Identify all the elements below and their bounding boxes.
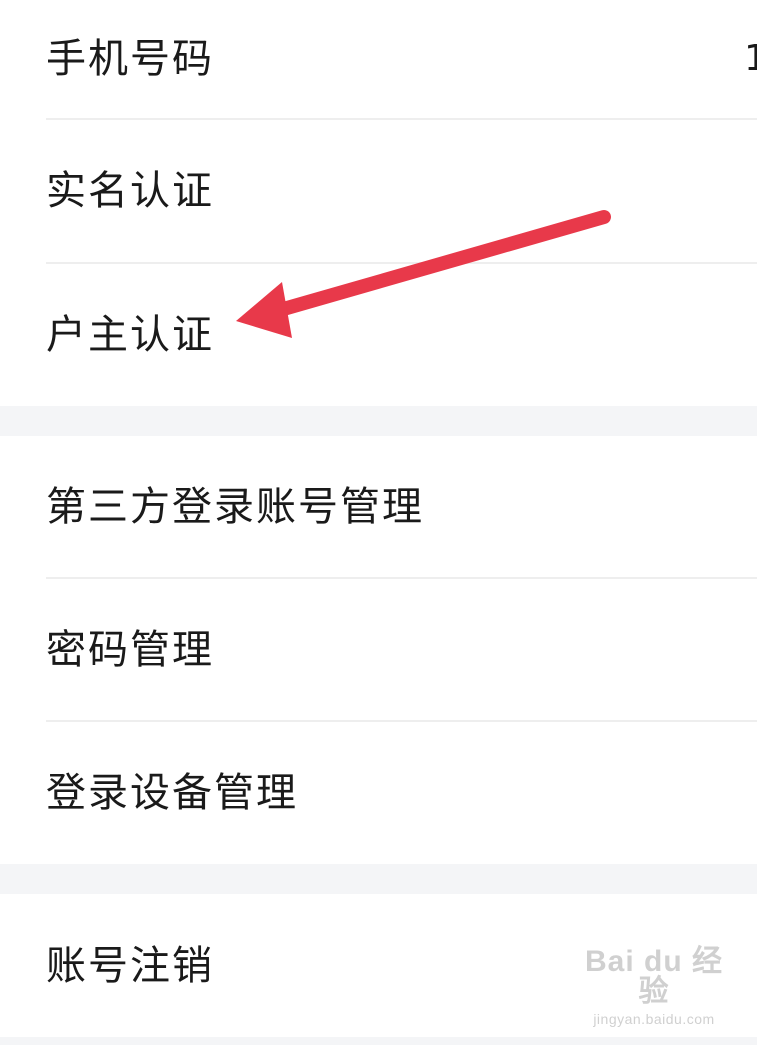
real-name-verification-label: 实名认证 [46, 168, 214, 214]
password-management-label: 密码管理 [46, 626, 214, 673]
login-device-management-row[interactable]: 登录设备管理 [0, 722, 757, 864]
phone-number-value: 1 [744, 38, 757, 79]
phone-number-label: 手机号码 [46, 36, 214, 82]
baidu-jingyan-watermark: Bai du 经验 jingyan.baidu.com [579, 945, 729, 1028]
account-cancellation-label: 账号注销 [46, 942, 214, 989]
phone-number-row[interactable]: 手机号码 1 [0, 0, 757, 118]
password-management-row[interactable]: 密码管理 [0, 579, 757, 720]
third-party-login-row[interactable]: 第三方登录账号管理 [0, 436, 757, 577]
watermark-logo: Bai du 经验 [584, 945, 723, 1008]
real-name-verification-row[interactable]: 实名认证 [0, 120, 757, 262]
third-party-login-label: 第三方登录账号管理 [46, 483, 424, 530]
householder-verification-row[interactable]: 户主认证 [0, 264, 757, 406]
security-group: 第三方登录账号管理 密码管理 登录设备管理 [0, 436, 757, 864]
account-info-group: 手机号码 1 实名认证 户主认证 [0, 0, 757, 406]
householder-verification-label: 户主认证 [46, 312, 214, 358]
watermark-url: jingyan.baidu.com [593, 1011, 715, 1027]
login-device-management-label: 登录设备管理 [46, 770, 298, 816]
